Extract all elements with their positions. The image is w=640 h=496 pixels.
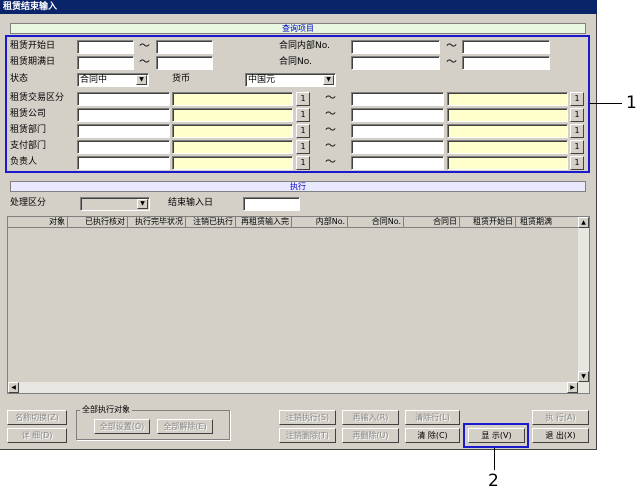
- horizontal-scrollbar[interactable]: ◀ ▶: [8, 382, 578, 393]
- clear-button[interactable]: 清 除(C): [405, 428, 460, 443]
- clear-all-button[interactable]: 全部解除(E): [157, 419, 213, 434]
- callout-number-2: 2: [488, 471, 499, 491]
- end-input-date-input[interactable]: [243, 197, 300, 211]
- column-header[interactable]: 内部No.: [292, 217, 348, 228]
- end-input-date-label: 结束输入日: [168, 198, 214, 208]
- process-type-label: 处理区分: [10, 198, 47, 208]
- main-window: 租赁结束输入 查询项目 租赁开始日 ～ 合同内部No. ～ 租赁期满日 ～ 合同…: [0, 0, 597, 450]
- query-section-header: 查询项目: [10, 23, 586, 34]
- column-header[interactable]: 执行完毕状况: [128, 217, 186, 228]
- cancel-execute-button[interactable]: 注销执行(S): [279, 410, 336, 425]
- scroll-down-icon[interactable]: ▼: [578, 371, 589, 382]
- column-header[interactable]: 注销已执行: [186, 217, 236, 228]
- all-exec-target-group-title: 全部执行对象: [80, 404, 132, 415]
- column-header[interactable]: 租赁开始日: [460, 217, 516, 228]
- callout-line-2: [494, 448, 495, 470]
- column-header[interactable]: 合同日: [404, 217, 460, 228]
- column-header[interactable]: 已执行核对: [68, 217, 128, 228]
- vertical-scrollbar[interactable]: ▲ ▼: [578, 217, 589, 393]
- exit-button[interactable]: 退 出(X): [532, 428, 589, 443]
- re-input-button[interactable]: 再输入(R): [342, 410, 399, 425]
- callout-number-1: 1: [626, 93, 637, 113]
- process-type-select[interactable]: ▼: [80, 197, 150, 211]
- exec-section-header: 执行: [10, 181, 586, 192]
- column-header[interactable]: 再租赁输入完: [236, 217, 292, 228]
- scroll-right-icon[interactable]: ▶: [567, 382, 578, 393]
- display-button-highlight: [463, 423, 529, 448]
- column-header[interactable]: 租赁期满: [516, 217, 579, 228]
- column-header[interactable]: 合同No.: [348, 217, 404, 228]
- set-all-button[interactable]: 全部设置(O): [94, 419, 150, 434]
- execute-button[interactable]: 执 行(A): [532, 410, 589, 425]
- detail-button[interactable]: 详 细(D): [7, 428, 67, 443]
- lease-result-table[interactable]: 对象 已执行核对 执行完毕状况 注销已执行 再租赁输入完 内部No. 合同No.…: [7, 216, 590, 394]
- switch-name-button[interactable]: 名称切换(Z): [7, 410, 67, 425]
- column-header[interactable]: 对象: [8, 217, 68, 228]
- cancel-delete-button[interactable]: 注销删除(T): [279, 428, 336, 443]
- scroll-left-icon[interactable]: ◀: [8, 382, 19, 393]
- table-header: 对象 已执行核对 执行完毕状况 注销已执行 再租赁输入完 内部No. 合同No.…: [8, 217, 579, 228]
- callout-line-1: [590, 103, 622, 104]
- re-delete-button[interactable]: 再删除(U): [342, 428, 399, 443]
- query-area-highlight: [5, 35, 590, 173]
- chevron-down-icon[interactable]: ▼: [137, 199, 148, 209]
- clear-row-button[interactable]: 清除行(L): [405, 410, 460, 425]
- scroll-up-icon[interactable]: ▲: [578, 217, 589, 228]
- window-title: 租赁结束输入: [0, 0, 597, 14]
